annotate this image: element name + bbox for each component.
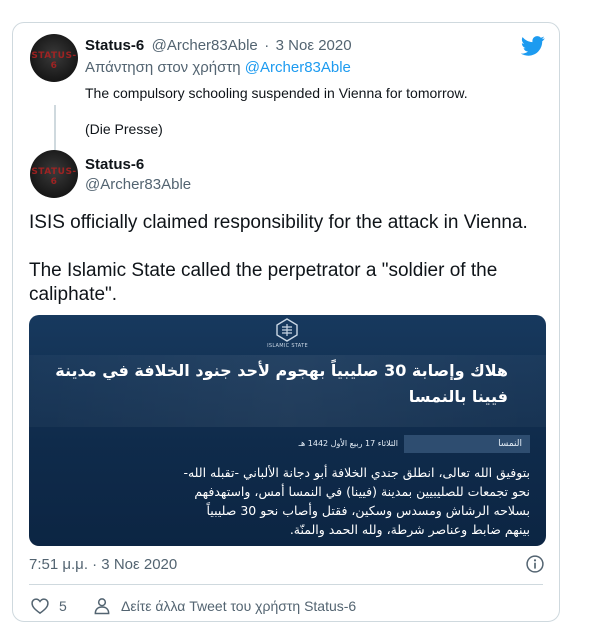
image-body-line1: بتوفيق الله تعالى، انطلق جندي الخلافة أب… [183, 465, 530, 480]
tweet-timestamp[interactable]: 7:51 μ.μ. · 3 Νοε 2020 [29, 556, 177, 573]
info-icon[interactable] [525, 554, 545, 574]
avatar-logo-text: STATUS-6 [31, 51, 77, 71]
main-text-para1: ISIS officially claimed responsibility f… [29, 212, 528, 233]
islamic-state-logo-icon [276, 318, 298, 342]
reply-to-handle[interactable]: @Archer83Able [245, 59, 351, 76]
footer-divider [29, 584, 543, 585]
reply-date[interactable]: 3 Νοε 2020 [276, 37, 352, 54]
avatar-logo-text: STATUS-6 [31, 167, 77, 187]
avatar[interactable]: STATUS-6 [30, 150, 78, 198]
image-tag-country: النمسا [404, 435, 530, 453]
reply-text-line2: (Die Presse) [85, 121, 163, 137]
reply-separator: · [264, 37, 270, 54]
image-body-line4: بينهم ضابط وعناصر شرطة، ولله الحمد والمن… [289, 522, 530, 537]
heart-icon[interactable] [30, 596, 50, 616]
image-body-line2: نحو تجمعات للصليبيين بمدينة (فيينا) في ا… [194, 484, 530, 499]
twitter-bird-icon[interactable] [521, 35, 545, 57]
person-icon[interactable] [92, 596, 112, 616]
main-text-para2-line1: The Islamic State called the perpetrator… [29, 260, 498, 281]
reply-text-line1: The compulsory schooling suspended in Vi… [85, 85, 468, 101]
reply-to-label: Απάντηση στον χρήστη [85, 59, 241, 76]
reply-handle[interactable]: @Archer83Able [152, 37, 258, 54]
like-count[interactable]: 5 [59, 598, 67, 614]
profile-link[interactable]: Δείτε άλλα Tweet του χρήστη Status-6 [121, 598, 356, 614]
image-tag-date: الثلاثاء 17 ربيع الأول 1442 هـ [298, 439, 398, 448]
main-text-para2-line2: caliphate". [29, 284, 118, 305]
main-handle[interactable]: @Archer83Able [85, 176, 191, 193]
avatar[interactable]: STATUS-6 [30, 34, 78, 82]
main-display-name[interactable]: Status-6 [85, 156, 144, 173]
image-headline-line1: هلاك وإصابة 30 صليبياً بهجوم لأحد جنود ا… [55, 361, 508, 380]
tweet-image[interactable]: ISLAMIC STATE هلاك وإصابة 30 صليبياً بهج… [29, 315, 546, 546]
logo-caption: ISLAMIC STATE [267, 343, 308, 349]
image-headline-line2: فيينا بالنمسا [408, 387, 508, 406]
reply-display-name[interactable]: Status-6 [85, 37, 144, 54]
image-body-line3: بسلاحه الرشاش ومسدس وسكين، فقتل وأصاب نح… [206, 503, 531, 518]
